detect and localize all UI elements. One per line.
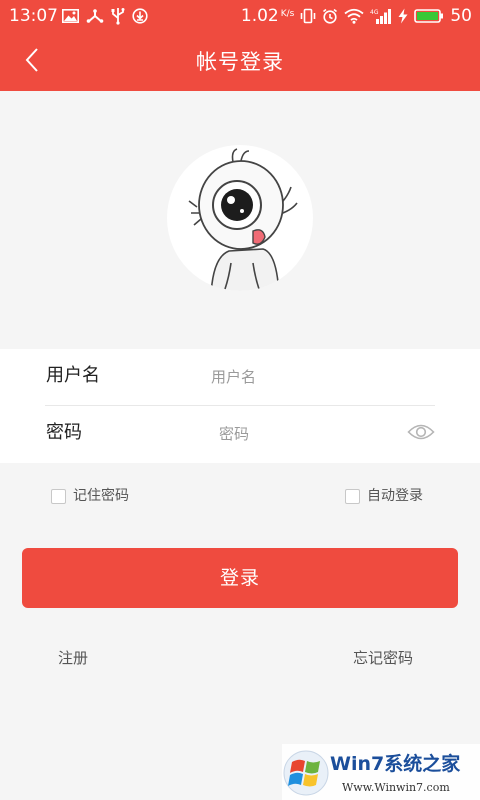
- password-visibility-toggle[interactable]: [406, 421, 436, 447]
- register-link[interactable]: 注册: [58, 646, 88, 670]
- forgot-password-link[interactable]: 忘记密码: [353, 646, 413, 670]
- status-bar: 13:07 1.02 K/s 4G 50: [0, 0, 480, 32]
- remember-password-option[interactable]: 记住密码: [51, 486, 129, 506]
- watermark-url: Www.Winwin7.com: [342, 781, 450, 794]
- network-speed: 1.02 K/s: [241, 5, 294, 27]
- auto-login-option[interactable]: 自动登录: [345, 486, 423, 506]
- header: 13:07 1.02 K/s 4G 50 帐号登录: [0, 0, 480, 91]
- watermark-title: Win7系统之家: [330, 752, 461, 775]
- login-form: 用户名 密码: [0, 349, 480, 463]
- download-icon: [132, 8, 148, 24]
- watermark: Win7系统之家 Www.Winwin7.com: [282, 744, 480, 800]
- page-title: 帐号登录: [196, 50, 284, 74]
- username-row: 用户名: [0, 349, 480, 406]
- share-icon: [86, 9, 104, 23]
- auto-login-checkbox[interactable]: [345, 488, 360, 504]
- eye-icon: [407, 423, 435, 445]
- password-row: 密码: [0, 406, 480, 463]
- status-right: 1.02 K/s 4G 50: [241, 5, 472, 27]
- network-speed-value: 1.02: [240, 6, 279, 26]
- login-button[interactable]: 登录: [22, 548, 458, 608]
- vibrate-icon: [300, 8, 316, 24]
- usb-icon: [111, 7, 125, 25]
- status-time: 13:07: [9, 6, 58, 26]
- remember-password-label: 记住密码: [73, 488, 129, 504]
- network-speed-unit: K/s: [280, 9, 295, 19]
- status-left-icons: [62, 7, 148, 25]
- remember-password-checkbox[interactable]: [51, 488, 66, 504]
- battery-icon: [414, 8, 444, 24]
- windows-logo-icon: Win7系统之家 Www.Winwin7.com: [283, 750, 461, 796]
- image-icon: [62, 9, 79, 23]
- avatar[interactable]: [167, 145, 313, 291]
- username-input[interactable]: [211, 362, 381, 392]
- svg-text:4G: 4G: [370, 9, 379, 16]
- password-label: 密码: [46, 422, 82, 443]
- battery-level: 50: [450, 6, 472, 26]
- alarm-icon: [322, 8, 338, 24]
- charging-icon: [398, 8, 408, 24]
- signal-icon: 4G: [370, 8, 392, 24]
- wifi-icon: [344, 8, 364, 24]
- username-label: 用户名: [46, 365, 100, 386]
- auto-login-label: 自动登录: [367, 488, 423, 504]
- password-input[interactable]: [219, 419, 389, 449]
- title-bar: 帐号登录: [0, 32, 480, 91]
- cartoon-eyeball-avatar: [188, 148, 298, 291]
